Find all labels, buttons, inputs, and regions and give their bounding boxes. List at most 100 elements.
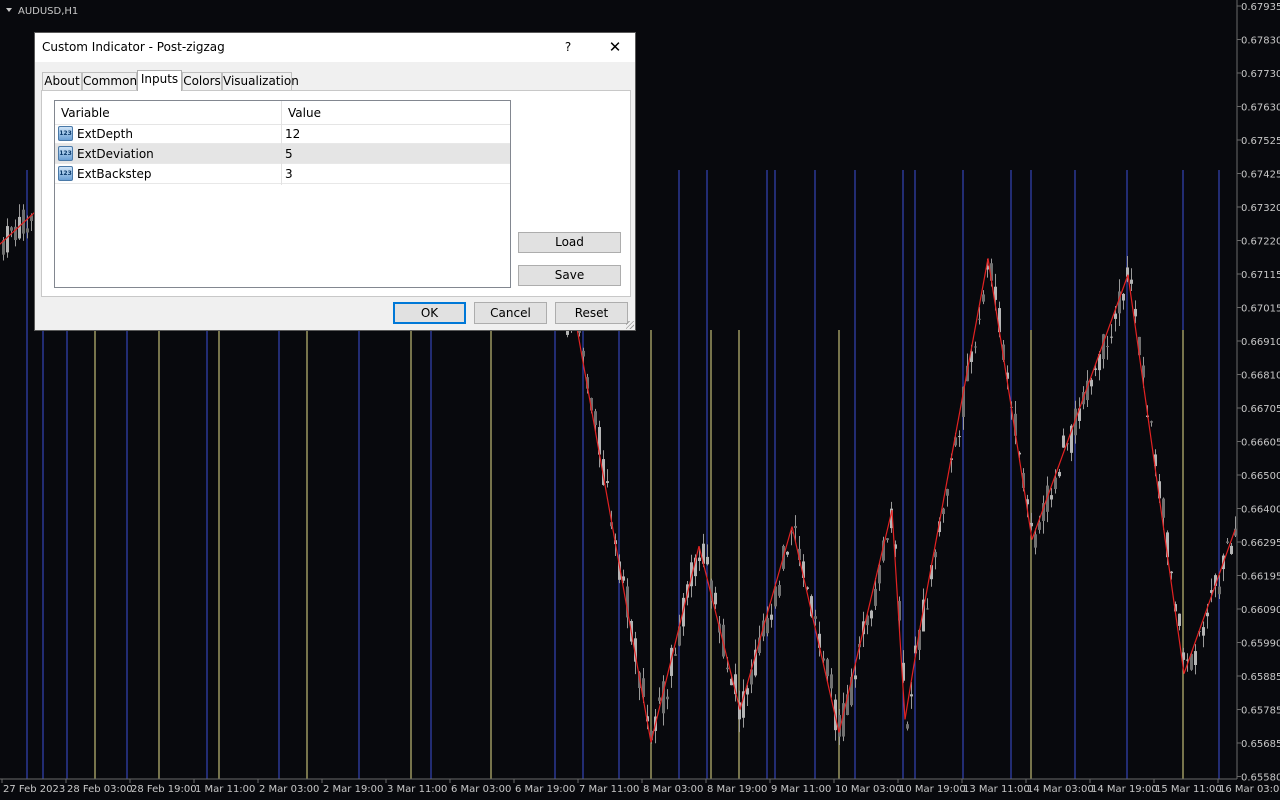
price-label: 0.65785 xyxy=(1241,706,1280,717)
price-label: 0.66910 xyxy=(1241,337,1280,348)
price-label: 0.67015 xyxy=(1241,304,1280,315)
time-label: 28 Feb 19:00 xyxy=(131,784,197,795)
variable-value[interactable]: 3 xyxy=(285,167,293,181)
tab-visualization[interactable]: Visualization xyxy=(222,72,299,90)
close-button[interactable]: ✕ xyxy=(600,35,630,59)
candle-body xyxy=(982,294,985,302)
candle-body xyxy=(1062,435,1065,448)
candle-body xyxy=(1122,293,1125,301)
column-header-variable[interactable]: Variable xyxy=(55,101,281,124)
time-label: 28 Feb 03:00 xyxy=(67,784,133,795)
price-label: 0.66500 xyxy=(1241,471,1280,482)
candle-body xyxy=(1030,522,1033,527)
candle-body xyxy=(886,538,889,541)
candle-body xyxy=(1226,541,1229,543)
candle-body xyxy=(706,556,709,565)
candle-body xyxy=(826,659,829,677)
candle-body xyxy=(1034,534,1037,548)
candle-body xyxy=(1178,613,1181,626)
candle-body xyxy=(698,557,701,562)
symbol-label: AUDUSD,H1 xyxy=(18,6,78,17)
candle-body xyxy=(934,551,937,558)
time-label: 27 Feb 2023 xyxy=(3,784,65,795)
table-row[interactable]: 123 ExtDepth 12 xyxy=(55,124,510,144)
dialog-titlebar[interactable]: Custom Indicator - Post-zigzag ? ✕ xyxy=(35,33,635,62)
time-label: 6 Mar 03:00 xyxy=(451,784,511,795)
reset-button[interactable]: Reset xyxy=(555,302,628,324)
price-label: 0.66295 xyxy=(1241,538,1280,549)
price-label: 0.65885 xyxy=(1241,672,1280,683)
variable-value[interactable]: 12 xyxy=(285,127,300,141)
candle-body xyxy=(926,608,929,610)
cancel-button[interactable]: Cancel xyxy=(474,302,547,324)
price-label: 0.67220 xyxy=(1241,237,1280,248)
time-label: 13 Mar 11:00 xyxy=(963,784,1030,795)
save-button[interactable]: Save xyxy=(518,265,621,286)
candle-body xyxy=(714,592,717,605)
price-label: 0.67630 xyxy=(1241,103,1280,114)
candle-body xyxy=(606,481,609,483)
candle-body xyxy=(746,688,749,695)
tab-colors[interactable]: Colors xyxy=(182,72,222,90)
price-label: 0.66400 xyxy=(1241,505,1280,516)
tab-inputs[interactable]: Inputs xyxy=(137,70,182,91)
integer-icon: 123 xyxy=(58,166,73,181)
candle-body xyxy=(578,330,581,333)
help-button[interactable]: ? xyxy=(556,37,580,57)
candle-body xyxy=(1194,651,1197,665)
candle-body xyxy=(906,724,909,729)
time-label: 16 Mar 03:00 xyxy=(1219,784,1280,795)
dialog-title: Custom Indicator - Post-zigzag xyxy=(42,40,225,54)
variable-value[interactable]: 5 xyxy=(285,147,293,161)
candle-body xyxy=(1114,313,1117,319)
candle-body xyxy=(1058,471,1061,477)
candle-body xyxy=(1162,498,1165,518)
candle-body xyxy=(1130,279,1133,284)
time-label: 1 Mar 11:00 xyxy=(195,784,255,795)
candle-body xyxy=(1206,612,1209,617)
candle-body xyxy=(1134,308,1137,317)
variable-name: ExtBackstep xyxy=(77,167,152,181)
price-label: 0.67730 xyxy=(1241,69,1280,80)
integer-icon: 123 xyxy=(58,126,73,141)
candle-body xyxy=(870,610,873,619)
price-label: 0.67830 xyxy=(1241,36,1280,47)
price-label: 0.66810 xyxy=(1241,371,1280,382)
candle-body xyxy=(794,525,797,529)
time-label: 6 Mar 19:00 xyxy=(515,784,575,795)
candle-body xyxy=(830,674,833,689)
resize-grip[interactable] xyxy=(626,321,634,329)
candle-body xyxy=(910,694,913,697)
time-label: 2 Mar 19:00 xyxy=(323,784,383,795)
column-divider xyxy=(281,101,282,185)
time-label: 14 Mar 19:00 xyxy=(1091,784,1158,795)
table-row[interactable]: 123 ExtDeviation 5 xyxy=(55,144,510,164)
load-button[interactable]: Load xyxy=(518,232,621,253)
price-label: 0.66195 xyxy=(1241,572,1280,583)
time-label: 8 Mar 03:00 xyxy=(643,784,703,795)
table-row[interactable]: 123 ExtBackstep 3 xyxy=(55,164,510,184)
price-label: 0.67425 xyxy=(1241,170,1280,181)
price-label: 0.65990 xyxy=(1241,639,1280,650)
ok-button[interactable]: OK xyxy=(393,302,466,324)
time-label: 8 Mar 19:00 xyxy=(707,784,767,795)
candle-body xyxy=(1050,495,1053,500)
tab-common[interactable]: Common xyxy=(82,72,137,90)
inputs-panel: Variable Value 123 ExtDepth 12 123 ExtDe… xyxy=(41,90,631,297)
time-label: 3 Mar 11:00 xyxy=(387,784,447,795)
price-label: 0.65580 xyxy=(1241,773,1280,784)
price-label: 0.67320 xyxy=(1241,203,1280,214)
custom-indicator-dialog: Custom Indicator - Post-zigzag ? ✕ About… xyxy=(34,32,636,331)
time-label: 15 Mar 11:00 xyxy=(1155,784,1222,795)
price-label: 0.66605 xyxy=(1241,438,1280,449)
candle-body xyxy=(666,696,669,700)
candle-body xyxy=(786,551,789,555)
tab-about[interactable]: About xyxy=(42,72,82,90)
integer-icon: 123 xyxy=(58,146,73,161)
candle-body xyxy=(854,675,857,680)
column-header-value[interactable]: Value xyxy=(282,101,510,124)
candle-body xyxy=(1090,379,1093,387)
inputs-grid[interactable]: Variable Value 123 ExtDepth 12 123 ExtDe… xyxy=(54,100,511,288)
time-label: 7 Mar 11:00 xyxy=(579,784,639,795)
candle-body xyxy=(1202,627,1205,636)
